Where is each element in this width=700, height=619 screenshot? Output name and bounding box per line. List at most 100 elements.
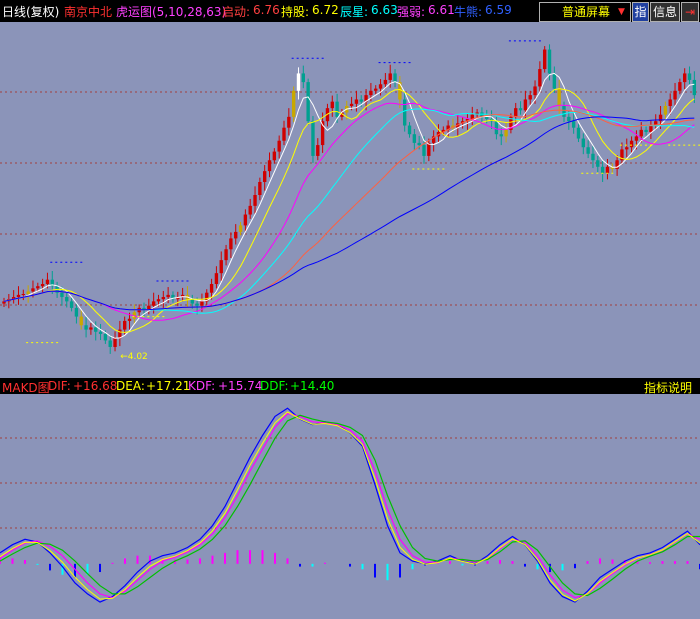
screen-mode-value: 普通屏幕	[562, 5, 611, 19]
candle-body	[499, 134, 503, 137]
qiangruo-label: 强弱:	[397, 5, 426, 19]
candle-body	[31, 288, 35, 292]
candle-body	[407, 125, 412, 135]
niuneng-label: 牛熊:	[454, 5, 483, 19]
dif-label: DIF:	[48, 379, 71, 393]
candle-body	[214, 273, 219, 285]
candle-body	[21, 294, 25, 295]
candle-body	[209, 284, 214, 293]
candle-body	[258, 181, 262, 195]
candle-body	[113, 338, 117, 347]
macd-panel[interactable]	[0, 394, 700, 619]
ma28-line	[3, 102, 695, 321]
candle-body	[649, 125, 653, 133]
chevron-down-icon: ▼	[618, 7, 625, 17]
candle-body	[234, 231, 238, 239]
candle-body	[74, 307, 79, 317]
candle-body	[79, 316, 83, 326]
dea-line	[0, 413, 700, 599]
period-label[interactable]: 日线(复权)	[2, 3, 59, 20]
candle-body	[161, 297, 165, 300]
candle-body	[69, 301, 74, 308]
candle-body	[557, 88, 561, 106]
candle-body	[84, 325, 88, 330]
candle-body	[40, 284, 45, 287]
candle-body	[533, 86, 537, 96]
candle-body	[668, 99, 672, 106]
candle-body	[316, 145, 320, 156]
dif-line	[0, 407, 700, 603]
info-button[interactable]: 信息	[650, 2, 680, 22]
candle-body	[229, 238, 233, 250]
candle-body	[562, 105, 566, 117]
candle-body	[605, 166, 610, 174]
exit-icon[interactable]: ⇥	[681, 2, 699, 22]
candle-body	[219, 260, 223, 274]
macd-chart[interactable]	[0, 394, 700, 619]
candlestick-chart[interactable]: ←4.02	[0, 22, 700, 378]
candle-body	[393, 73, 397, 83]
candle-body	[538, 69, 542, 87]
candle-body	[596, 160, 600, 167]
low-price-label: ←4.02	[120, 352, 148, 362]
qidong-label: 启动:	[222, 5, 251, 19]
candle-body	[253, 195, 257, 206]
candle-body	[673, 90, 677, 100]
candle-body	[378, 84, 383, 89]
indicator-button[interactable]: 指	[632, 2, 649, 22]
candle-body	[2, 301, 6, 304]
candle-body	[576, 127, 581, 139]
chenxing-value: 6.63	[371, 3, 398, 17]
candle-body	[422, 145, 426, 156]
qiangruo-value: 6.61	[428, 3, 455, 17]
candle-body	[427, 142, 431, 156]
candle-body	[287, 116, 291, 128]
candle-body	[108, 340, 112, 347]
candle-body	[374, 88, 378, 91]
ddf-line	[0, 411, 700, 602]
candle-body	[567, 116, 571, 122]
candle-body	[586, 147, 590, 154]
candle-body	[60, 292, 64, 298]
candle-body	[692, 79, 697, 96]
candle-body	[26, 291, 30, 294]
candle-body	[644, 129, 648, 133]
chenxing-label: 辰星:	[340, 5, 369, 19]
candle-body	[552, 73, 557, 89]
candle-body	[639, 129, 643, 137]
candle-body	[335, 101, 339, 117]
price-panel[interactable]: ←4.02	[0, 22, 700, 378]
candle-body	[571, 121, 576, 128]
candle-body	[103, 333, 108, 341]
chigu-value: 6.72	[312, 3, 339, 17]
candle-body	[291, 90, 296, 117]
candle-body	[301, 73, 305, 83]
candle-body	[543, 49, 547, 70]
dea-label: DEA:	[116, 379, 145, 393]
candle-body	[678, 82, 682, 91]
candle-body	[330, 101, 334, 109]
indicator-name: 虎运图(5,10,28,63)	[116, 5, 227, 19]
candle-body	[403, 99, 407, 126]
candle-body	[600, 166, 605, 174]
candle-body	[412, 134, 417, 143]
candle-body	[248, 205, 252, 215]
stock-name: 南京中北	[64, 5, 113, 19]
kdf-line	[0, 414, 700, 597]
candle-body	[663, 105, 668, 115]
screen-mode-select[interactable]: 普通屏幕 ▼	[539, 2, 631, 22]
candle-body	[156, 299, 161, 302]
candle-body	[277, 140, 281, 152]
candle-body	[151, 301, 156, 306]
kdf-value: +15.74	[218, 379, 263, 393]
candle-body	[65, 297, 69, 302]
candle-body	[267, 160, 272, 172]
candle-body	[591, 153, 595, 161]
candle-body	[625, 147, 629, 150]
candle-body	[388, 73, 392, 80]
chigu-label: 持股:	[281, 5, 310, 19]
candle-body	[166, 294, 170, 298]
candle-body	[354, 99, 359, 104]
candle-body	[296, 73, 301, 91]
candle-body	[504, 129, 508, 137]
